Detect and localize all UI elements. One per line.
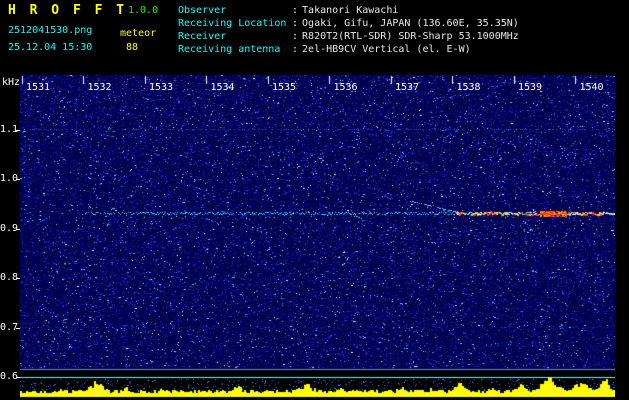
freq-tick-label: 0.7: [0, 321, 19, 333]
freq-tick-label: 0.9: [0, 222, 19, 234]
freq-tick-mark: [16, 377, 20, 378]
freq-tick-mark: [16, 179, 20, 181]
output-filename: 2512041530.png: [8, 25, 93, 36]
echo-count: 88: [126, 42, 139, 53]
mode-label: meteor: [120, 28, 157, 39]
separator: :: [292, 44, 299, 55]
separator: :: [292, 5, 299, 16]
freq-tick-label: 1.1: [0, 124, 19, 135]
station-info-label: Observer: [178, 5, 227, 16]
freq-tick-label: 1.0: [0, 173, 19, 185]
station-info-value: R820T2(RTL-SDR) SDR-Sharp 53.1000MHz: [302, 31, 519, 42]
station-info-value: Takanori Kawachi: [302, 5, 399, 16]
station-info-row: Receiving Location: Ogaki, Gifu, JAPAN (1…: [178, 17, 519, 30]
time-tick-label: 1540: [579, 82, 604, 93]
time-tick-label: 1532: [87, 82, 112, 93]
app-version: 1.0.0: [128, 5, 159, 16]
time-tick-label: 1539: [518, 82, 543, 93]
spectrogram-canvas: [20, 75, 615, 400]
time-tick-label: 1537: [395, 82, 420, 93]
datetime-label: 25.12.04 15:30: [8, 42, 93, 53]
freq-unit-label: kHz: [2, 77, 21, 88]
station-info-label: Receiver: [178, 31, 227, 42]
time-tick-label: 1534: [210, 82, 235, 93]
freq-tick-mark: [16, 278, 20, 280]
freq-tick-mark: [16, 130, 20, 131]
time-tick-label: 1536: [333, 82, 358, 93]
time-tick-label: 1535: [272, 82, 297, 93]
station-info: Observer: Takanori Kawachi Receiving Locat…: [178, 4, 519, 56]
freq-tick-label: 0.6: [0, 371, 19, 382]
freq-tick-mark: [16, 228, 20, 230]
station-info-row: Receiver: R820T2(RTL-SDR) SDR-Sharp 53.10…: [178, 30, 519, 43]
station-info-value: 2el-HB9CV Vertical (el. E-W): [302, 44, 471, 55]
station-info-value: Ogaki, Gifu, JAPAN (136.60E, 35.35N): [302, 18, 519, 29]
station-info-row: Observer: Takanori Kawachi: [178, 4, 519, 17]
app-title: H R O F F T: [8, 3, 128, 18]
station-info-label: Receiving Location: [178, 18, 287, 29]
time-tick-label: 1533: [149, 82, 174, 93]
station-info-label: Receiving antenna: [178, 44, 281, 55]
time-tick-label: 1531: [26, 82, 51, 93]
hrofft-window: H R O F F T 1.0.0 2512041530.png meteor …: [0, 0, 629, 400]
freq-tick-mark: [16, 327, 20, 329]
separator: :: [292, 18, 299, 29]
station-info-row: Receiving antenna:2el-HB9CV Vertical (el…: [178, 43, 519, 56]
time-tick-label: 1538: [456, 82, 481, 93]
separator: :: [292, 31, 299, 42]
freq-tick-label: 0.8: [0, 272, 19, 284]
